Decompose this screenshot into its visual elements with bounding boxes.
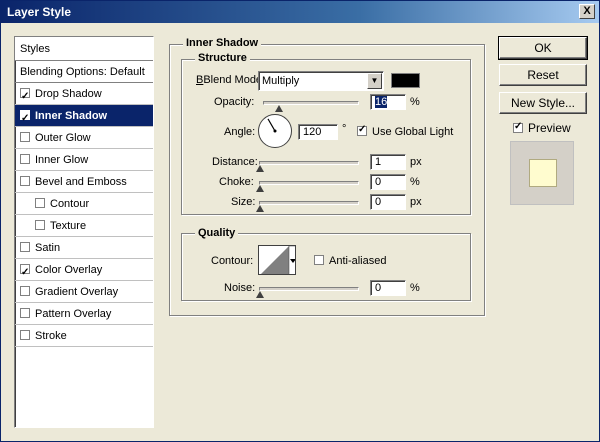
size-slider[interactable] bbox=[256, 201, 359, 212]
new-style-button[interactable]: New Style... bbox=[499, 92, 587, 114]
title-bar: Layer Style X bbox=[1, 1, 599, 23]
style-item-label: Pattern Overlay bbox=[35, 308, 112, 320]
contour-curve-icon bbox=[261, 246, 295, 274]
choke-label: Choke: bbox=[219, 176, 254, 188]
style-item-label: Color Overlay bbox=[35, 264, 103, 276]
checkbox-icon[interactable] bbox=[20, 262, 30, 284]
use-global-light-checkbox[interactable]: Use Global Light bbox=[357, 124, 453, 138]
checkbox-icon[interactable] bbox=[20, 330, 30, 340]
style-item-texture[interactable]: Texture bbox=[15, 215, 153, 237]
close-button[interactable]: X bbox=[579, 4, 595, 19]
style-item-outer-glow[interactable]: Outer Glow bbox=[15, 127, 153, 149]
styles-list: Styles Blending Options: Default Drop Sh… bbox=[14, 36, 154, 428]
style-item-label: Texture bbox=[50, 220, 87, 232]
style-item-label: Satin bbox=[35, 242, 61, 254]
checkbox-icon[interactable] bbox=[357, 124, 367, 136]
choke-input[interactable]: 0 bbox=[370, 174, 406, 190]
style-item-pattern-overlay[interactable]: Pattern Overlay bbox=[15, 303, 153, 325]
checkbox-icon[interactable] bbox=[513, 121, 523, 133]
size-label: Size: bbox=[231, 196, 256, 208]
contour-picker[interactable] bbox=[258, 245, 296, 275]
angle-unit: ° bbox=[342, 123, 347, 135]
opacity-input[interactable]: 16 bbox=[370, 94, 406, 110]
style-item-contour[interactable]: Contour bbox=[15, 193, 153, 215]
style-item-label: Gradient Overlay bbox=[35, 286, 119, 298]
style-item-label: Inner Shadow bbox=[35, 110, 108, 122]
style-item-bevel-and-emboss[interactable]: Bevel and Emboss bbox=[15, 171, 153, 193]
checkbox-icon[interactable] bbox=[314, 255, 324, 265]
style-item-label: Bevel and Emboss bbox=[35, 176, 127, 188]
noise-label: Noise: bbox=[224, 282, 256, 294]
styles-header[interactable]: Styles bbox=[15, 37, 153, 61]
checkbox-icon[interactable] bbox=[35, 198, 45, 208]
structure-title: Structure bbox=[195, 52, 250, 64]
size-input[interactable]: 0 bbox=[370, 194, 406, 210]
style-item-inner-glow[interactable]: Inner Glow bbox=[15, 149, 153, 171]
style-item-inner-shadow[interactable]: Inner Shadow bbox=[15, 105, 153, 130]
opacity-slider[interactable] bbox=[263, 101, 359, 112]
preview-thumbnail bbox=[510, 141, 574, 205]
distance-unit: px bbox=[410, 156, 422, 168]
choke-slider[interactable] bbox=[256, 181, 359, 192]
angle-dial-needle-icon bbox=[267, 118, 277, 133]
choke-unit: % bbox=[410, 176, 420, 188]
checkbox-icon[interactable] bbox=[20, 242, 30, 252]
ok-button[interactable]: OK bbox=[498, 36, 588, 60]
distance-slider-thumb[interactable] bbox=[256, 165, 264, 172]
checkbox-icon[interactable] bbox=[20, 308, 30, 318]
style-item-label: Drop Shadow bbox=[35, 88, 102, 100]
opacity-unit: % bbox=[410, 96, 420, 108]
blending-options-item[interactable]: Blending Options: Default bbox=[15, 61, 153, 83]
window-title: Layer Style bbox=[7, 5, 72, 19]
opacity-slider-thumb[interactable] bbox=[275, 105, 284, 112]
style-item-drop-shadow[interactable]: Drop Shadow bbox=[15, 83, 153, 108]
distance-input[interactable]: 1 bbox=[370, 154, 406, 170]
blend-mode-label: BBlend Mode: bbox=[196, 74, 266, 86]
angle-label: Angle: bbox=[224, 126, 256, 138]
style-item-gradient-overlay[interactable]: Gradient Overlay bbox=[15, 281, 153, 303]
opacity-label: Opacity: bbox=[214, 96, 255, 108]
choke-slider-thumb[interactable] bbox=[256, 185, 264, 192]
checkbox-icon[interactable] bbox=[20, 86, 30, 108]
preview-checkbox[interactable]: Preview bbox=[513, 121, 571, 135]
layer-style-dialog: Layer Style X Styles Blending Options: D… bbox=[0, 0, 600, 442]
contour-label: Contour: bbox=[211, 255, 254, 267]
style-item-label: Outer Glow bbox=[35, 132, 91, 144]
checkbox-icon[interactable] bbox=[20, 286, 30, 296]
preview-swatch bbox=[529, 159, 557, 187]
noise-slider-thumb[interactable] bbox=[256, 291, 264, 298]
size-slider-thumb[interactable] bbox=[256, 205, 264, 212]
noise-unit: % bbox=[410, 282, 420, 294]
style-item-label: Inner Glow bbox=[35, 154, 89, 166]
style-item-stroke[interactable]: Stroke bbox=[15, 325, 153, 347]
blend-mode-select[interactable]: Multiply ▼ bbox=[258, 71, 384, 91]
distance-slider[interactable] bbox=[256, 161, 359, 172]
noise-input[interactable]: 0 bbox=[370, 280, 406, 296]
style-item-label: Stroke bbox=[35, 330, 67, 342]
angle-input[interactable]: 120 bbox=[298, 124, 338, 140]
checkbox-icon[interactable] bbox=[20, 132, 30, 142]
style-item-label: Contour bbox=[50, 198, 90, 210]
checkbox-icon[interactable] bbox=[35, 220, 45, 230]
chevron-down-icon[interactable]: ▼ bbox=[367, 73, 382, 89]
size-unit: px bbox=[410, 196, 422, 208]
checkbox-icon[interactable] bbox=[20, 108, 30, 130]
checkbox-icon[interactable] bbox=[20, 176, 30, 186]
quality-title: Quality bbox=[195, 227, 239, 239]
blend-mode-value: Multiply bbox=[262, 75, 300, 87]
angle-dial[interactable] bbox=[258, 114, 292, 148]
shadow-color-swatch[interactable] bbox=[391, 73, 420, 88]
distance-label: Distance: bbox=[212, 156, 258, 168]
anti-aliased-checkbox[interactable]: Anti-aliased bbox=[314, 255, 386, 267]
reset-button[interactable]: Reset bbox=[499, 64, 587, 86]
style-item-color-overlay[interactable]: Color Overlay bbox=[15, 259, 153, 284]
noise-slider[interactable] bbox=[256, 287, 359, 298]
checkbox-icon[interactable] bbox=[20, 154, 30, 164]
style-item-satin[interactable]: Satin bbox=[15, 237, 153, 259]
inner-shadow-title: Inner Shadow bbox=[183, 37, 262, 49]
